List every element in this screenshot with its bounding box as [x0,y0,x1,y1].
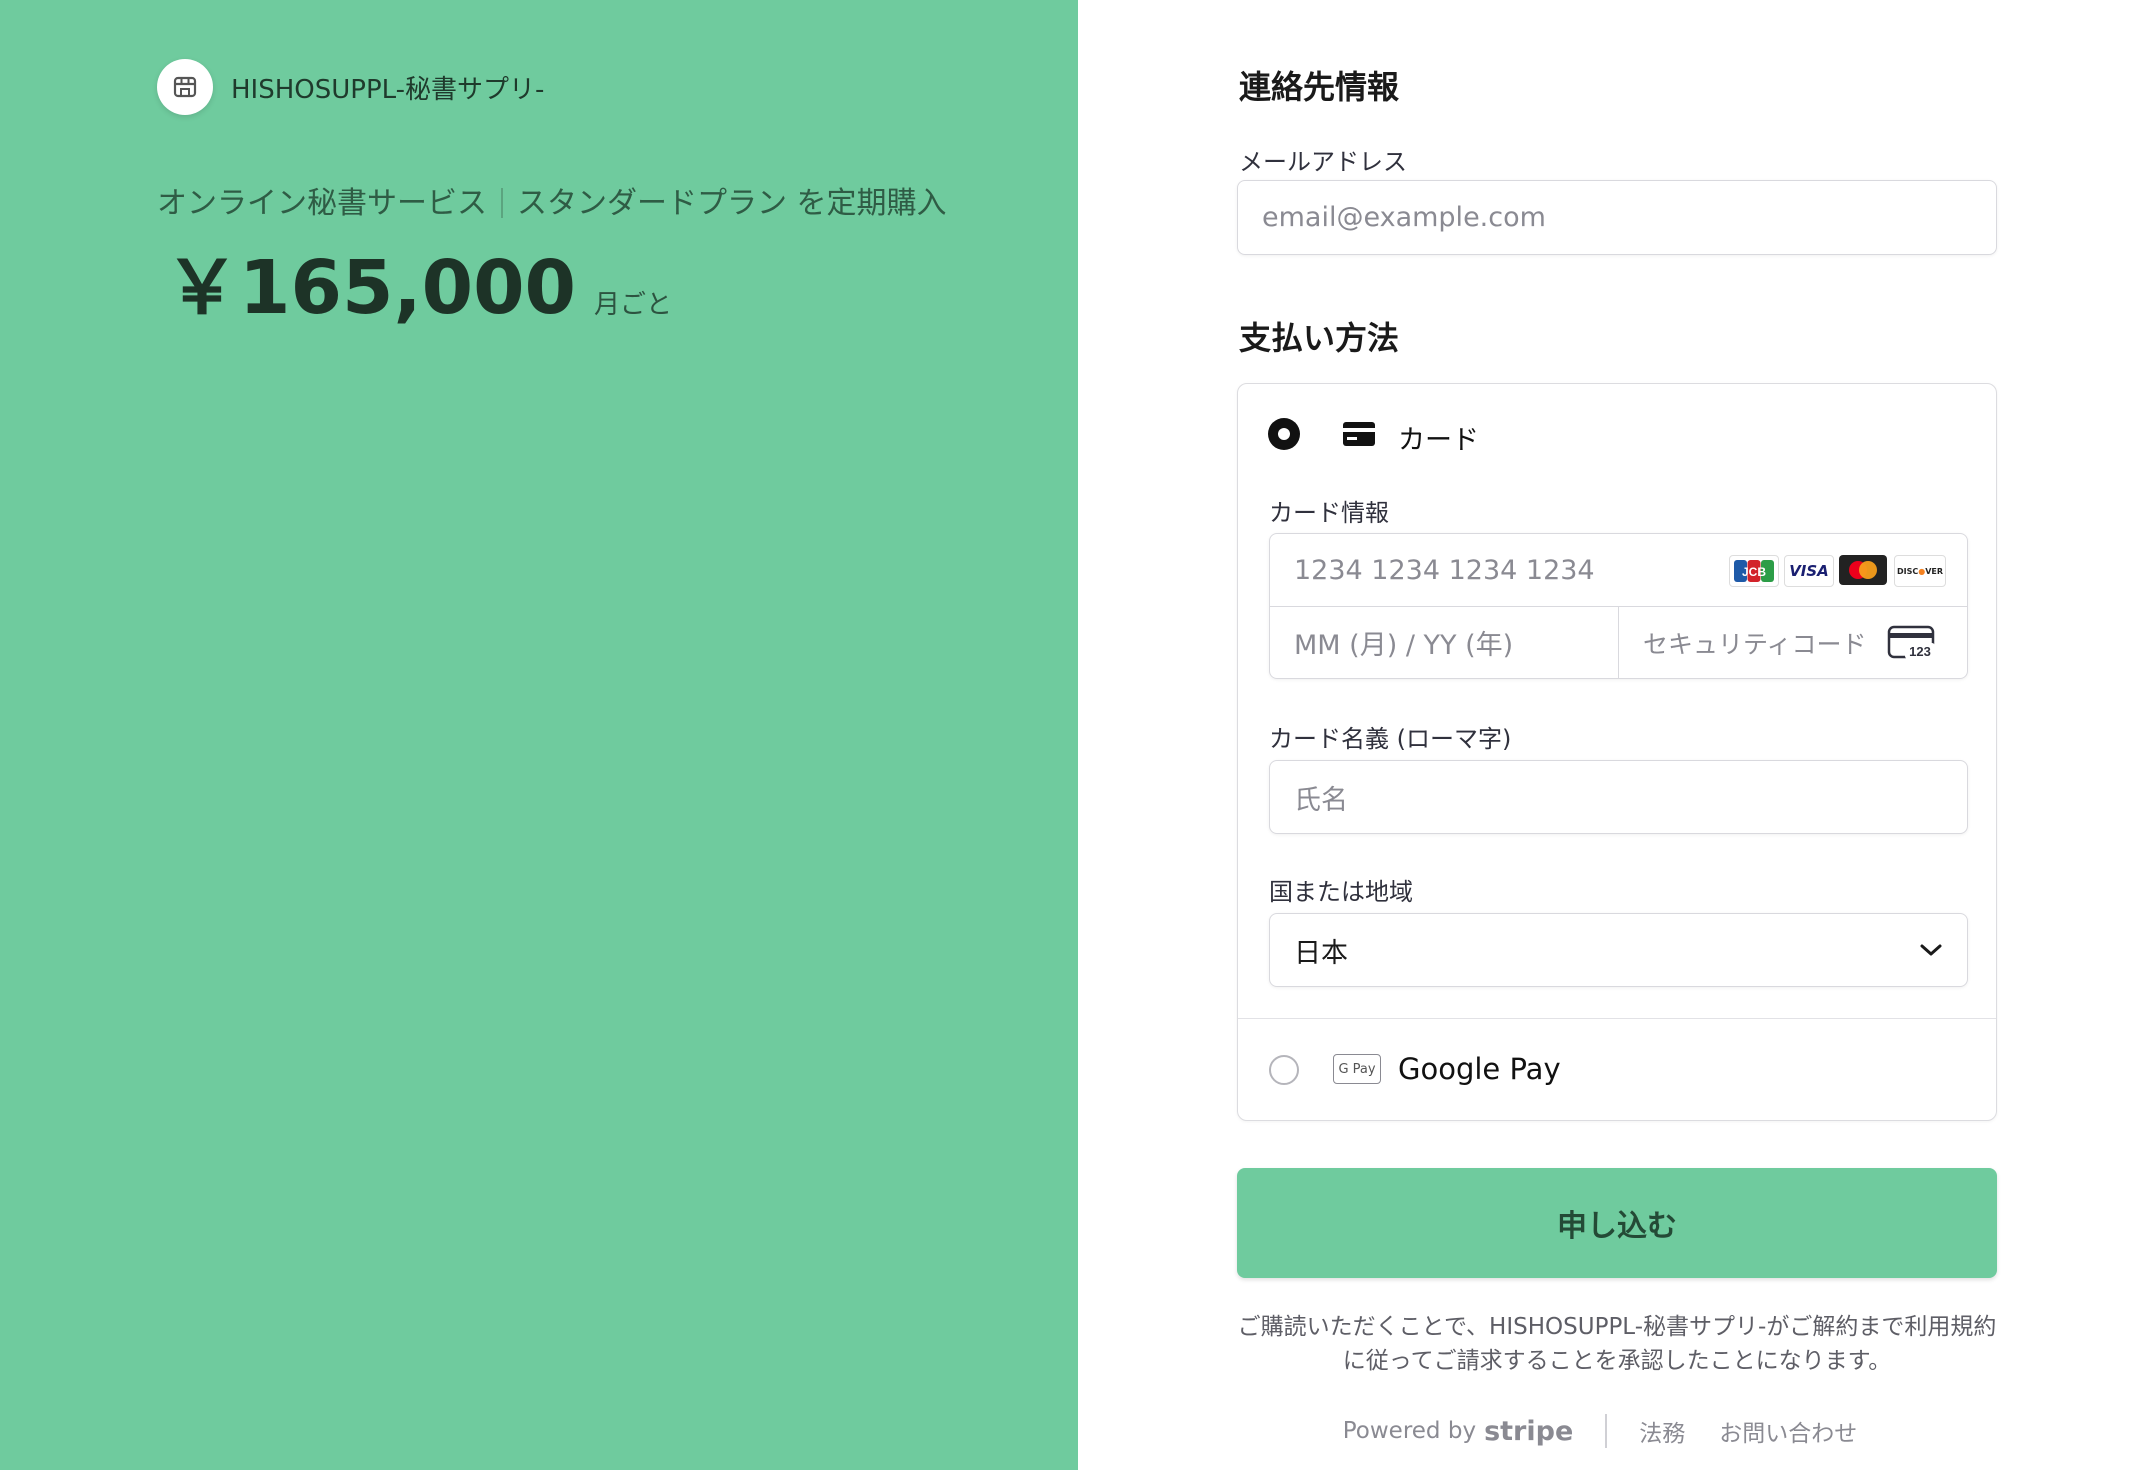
legal-line-2: に従ってご請求することを承認したことになります。 [1342,1348,1892,1374]
divider [1605,1414,1608,1448]
email-label: メールアドレス [1239,148,1407,176]
contact-link[interactable]: お問い合わせ [1719,1414,1857,1448]
card-radio[interactable] [1268,418,1300,450]
gpay-option-label[interactable]: Google Pay [1398,1052,1561,1086]
expiry-input[interactable]: MM (月) / YY (年) [1270,607,1618,678]
email-placeholder: email@example.com [1262,202,1546,233]
country-value: 日本 [1294,937,1348,969]
country-select[interactable]: 日本 [1269,913,1968,987]
legal-line-1: ご購読いただくことで、HISHOSUPPL-秘書サプリ-がご解約まで利用規約 [1237,1314,1997,1340]
card-icon [1343,422,1375,450]
country-label: 国または地域 [1269,878,1413,906]
svg-text:JCB: JCB [1742,565,1766,579]
card-option-label[interactable]: カード [1398,418,1479,457]
price-block: ￥165,000 月ごと [165,228,672,335]
mastercard-icon [1839,555,1887,585]
stripe-logo[interactable]: stripe [1484,1416,1573,1447]
order-summary-panel: HISHOSUPPL-秘書サプリ- オンライン秘書サービス スタンダードプラン を… [0,0,1078,1470]
store-icon [157,59,213,115]
card-name-placeholder: 氏名 [1294,784,1348,816]
gpay-badge-text: G Pay [1338,1061,1376,1077]
subscribe-button[interactable]: 申し込む [1237,1168,1997,1278]
gpay-radio[interactable] [1269,1055,1299,1085]
card-name-input[interactable]: 氏名 [1269,760,1968,834]
expiry-placeholder: MM (月) / YY (年) [1294,630,1514,661]
visa-icon: VISA [1784,555,1834,587]
card-number-placeholder: 1234 1234 1234 1234 [1294,554,1595,586]
payment-section-title: 支払い方法 [1239,319,1400,357]
product-line: オンライン秘書サービス スタンダードプラン を定期購入 [157,178,947,222]
terms-link[interactable]: 法務 [1639,1414,1685,1448]
product-name: オンライン秘書サービス [157,186,487,221]
payment-methods: カード カード情報 1234 1234 1234 1234 JCB VISA D… [1237,383,1997,1121]
google-pay-icon: G Pay [1333,1054,1381,1084]
chevron-down-icon [1920,944,1942,956]
plan-name: スタンダードプラン を定期購入 [517,186,947,221]
jcb-icon: JCB [1729,555,1779,587]
legal-text: ご購読いただくことで、HISHOSUPPL-秘書サプリ-がご解約まで利用規約 に… [1237,1310,1997,1378]
powered-by-text: Powered by [1342,1418,1477,1444]
card-details-group: 1234 1234 1234 1234 JCB VISA DISC ● VER MM… [1269,533,1968,679]
footer: Powered by stripe 法務 お問い合わせ [1237,1414,1997,1448]
card-name-label: カード名義 (ローマ字) [1269,725,1512,753]
billing-period: 月ごと [594,290,673,320]
discover-icon: DISC ● VER [1894,555,1946,587]
price-amount: ￥165,000 [165,245,577,331]
merchant-header[interactable]: HISHOSUPPL-秘書サプリ- [157,59,544,115]
cvc-placeholder: セキュリティコード [1643,629,1867,659]
contact-section-title: 連絡先情報 [1239,68,1400,106]
separator [501,188,503,218]
card-info-label: カード情報 [1269,499,1389,527]
merchant-name: HISHOSUPPL-秘書サプリ- [231,74,545,105]
divider [1238,1018,1996,1019]
cvc-icon-text: 123 [1909,644,1931,659]
cvc-card-icon: 123 [1887,625,1937,665]
email-input[interactable]: email@example.com [1237,180,1997,255]
subscribe-button-label: 申し込む [1557,1209,1677,1244]
